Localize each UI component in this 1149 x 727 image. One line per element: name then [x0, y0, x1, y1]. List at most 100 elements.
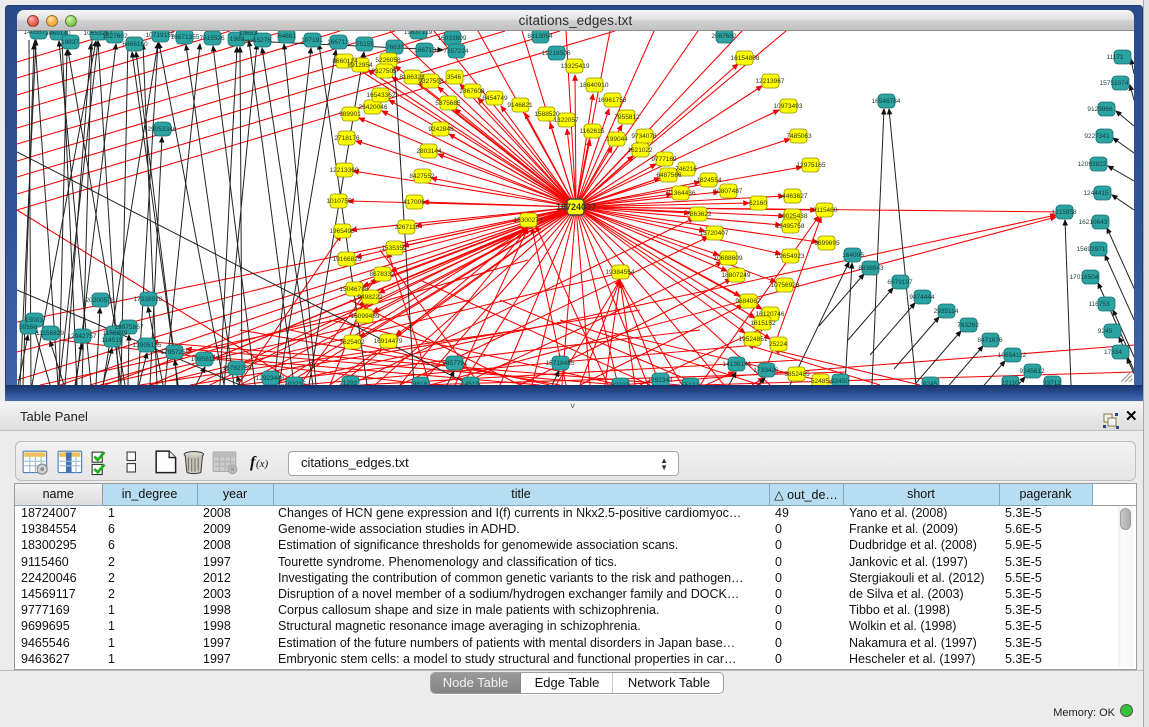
svg-text:1824554: 1824554 — [696, 177, 722, 184]
svg-text:8813054: 8813054 — [527, 33, 553, 40]
svg-text:107191: 107191 — [301, 37, 323, 44]
svg-text:29053346: 29053346 — [148, 126, 177, 133]
svg-text:16210643: 16210643 — [1079, 219, 1108, 226]
svg-text:989901: 989901 — [339, 111, 361, 118]
svg-text:18724007: 18724007 — [556, 202, 596, 212]
svg-text:9498222: 9498222 — [357, 294, 383, 301]
svg-text:19166825: 19166825 — [333, 256, 362, 263]
svg-text:9684067: 9684067 — [735, 298, 761, 305]
svg-text:1615152: 1615152 — [750, 320, 776, 327]
svg-text:19837: 19837 — [61, 39, 79, 46]
svg-text:1983: 1983 — [230, 36, 245, 43]
svg-text:16782759: 16782759 — [223, 365, 252, 372]
svg-text:1621022: 1621022 — [627, 147, 653, 154]
svg-text:10654112: 10654112 — [998, 352, 1027, 359]
svg-text:9699695: 9699695 — [814, 240, 840, 247]
svg-text:13905135: 13905135 — [133, 342, 162, 349]
svg-text:10688609: 10688609 — [714, 255, 743, 262]
svg-text:6466160: 6466160 — [122, 41, 148, 48]
svg-text:2718176: 2718176 — [334, 135, 360, 142]
svg-text:62160: 62160 — [749, 200, 767, 207]
svg-text:7625402: 7625402 — [339, 339, 365, 346]
svg-text:8938943: 8938943 — [858, 265, 884, 272]
svg-text:17957255: 17957255 — [161, 349, 190, 356]
svg-text:12093822: 12093822 — [1078, 161, 1107, 168]
svg-text:9129966: 9129966 — [1087, 106, 1113, 113]
svg-text:1156829: 1156829 — [103, 330, 128, 337]
svg-text:17339928: 17339928 — [134, 296, 163, 303]
svg-text:1965498: 1965498 — [329, 228, 355, 235]
svg-text:5875685: 5875685 — [435, 100, 461, 107]
svg-text:52485: 52485 — [811, 378, 829, 385]
svg-text:14136141: 14136141 — [723, 361, 752, 368]
svg-text:16033809: 16033809 — [438, 35, 467, 42]
svg-text:2867608: 2867608 — [459, 88, 485, 95]
svg-text:10958117: 10958117 — [191, 356, 220, 363]
svg-text:1162615: 1162615 — [580, 128, 605, 135]
svg-text:8678332: 8678332 — [369, 271, 395, 278]
svg-text:76638: 76638 — [386, 44, 404, 51]
svg-text:16914479: 16914479 — [374, 338, 403, 345]
svg-text:13325419: 13325419 — [561, 63, 590, 70]
svg-text:9227341: 9227341 — [1084, 133, 1110, 140]
svg-text:417006: 417006 — [403, 199, 425, 206]
svg-text:6679197: 6679197 — [887, 279, 913, 286]
svg-text:3546: 3546 — [447, 74, 462, 81]
svg-text:12213967: 12213967 — [756, 78, 785, 85]
svg-text:10025438: 10025438 — [779, 213, 808, 220]
svg-text:23420046: 23420046 — [359, 104, 388, 111]
svg-text:1733426: 1733426 — [753, 367, 779, 374]
svg-text:9146821: 9146821 — [507, 102, 533, 109]
svg-text:13495758: 13495758 — [776, 223, 805, 230]
svg-text:9777169: 9777169 — [651, 156, 677, 163]
svg-text:16961758: 16961758 — [598, 97, 627, 104]
svg-text:9474444: 9474444 — [909, 294, 935, 301]
svg-text:18640910: 18640910 — [580, 82, 609, 89]
svg-text:64661: 64661 — [278, 33, 296, 40]
svg-text:12213369: 12213369 — [330, 167, 359, 174]
svg-text:(x): (x) — [256, 458, 269, 470]
svg-text:19837119: 19837119 — [404, 31, 433, 36]
svg-text:2069140: 2069140 — [45, 31, 71, 37]
svg-text:12975165: 12975165 — [797, 162, 826, 169]
svg-text:15300273: 15300273 — [514, 217, 543, 224]
svg-text:39150: 39150 — [19, 324, 37, 331]
svg-text:15718485: 15718485 — [546, 360, 575, 367]
svg-text:16154808: 16154808 — [731, 55, 760, 62]
svg-text:10807487: 10807487 — [714, 188, 743, 195]
svg-text:15692971: 15692971 — [1077, 246, 1106, 253]
svg-text:21364436: 21364436 — [667, 190, 696, 197]
svg-text:15001: 15001 — [25, 317, 43, 324]
svg-text:8427552: 8427552 — [409, 173, 435, 180]
svg-text:75155: 75155 — [356, 41, 374, 48]
svg-text:9327505: 9327505 — [371, 68, 397, 75]
svg-text:114519: 114519 — [101, 337, 123, 344]
svg-text:12942757: 12942757 — [68, 333, 97, 340]
svg-text:19524851: 19524851 — [739, 336, 768, 343]
svg-text:12923448: 12923448 — [256, 375, 285, 382]
svg-text:18807249: 18807249 — [722, 272, 751, 279]
svg-text:15046788: 15046788 — [340, 286, 369, 293]
svg-text:116753: 116753 — [1088, 301, 1110, 308]
svg-text:7485063: 7485063 — [786, 133, 812, 140]
svg-text:16671355: 16671355 — [171, 34, 200, 41]
svg-text:2087682: 2087682 — [711, 33, 737, 40]
svg-text:8471676: 8471676 — [977, 337, 1003, 344]
svg-text:7515526: 7515526 — [199, 35, 225, 42]
svg-text:166713: 166713 — [327, 39, 349, 46]
svg-text:9245: 9245 — [1098, 328, 1113, 335]
svg-text:9734078: 9734078 — [631, 133, 657, 140]
svg-text:166713: 166713 — [414, 47, 436, 54]
svg-text:1244415: 1244415 — [1083, 190, 1109, 197]
svg-text:16543362: 16543362 — [367, 92, 396, 99]
svg-text:25224: 25224 — [769, 341, 787, 348]
svg-text:8454749: 8454749 — [482, 95, 508, 102]
svg-text:7863622: 7863622 — [686, 211, 712, 218]
svg-text:17016504: 17016504 — [1070, 274, 1099, 281]
svg-text:3267110: 3267110 — [395, 224, 420, 231]
svg-text:2935114: 2935114 — [934, 308, 959, 315]
svg-text:17334: 17334 — [1104, 349, 1122, 356]
svg-text:1010755: 1010755 — [326, 198, 352, 205]
svg-text:5226058: 5226058 — [375, 57, 401, 64]
svg-text:10756928: 10756928 — [771, 282, 800, 289]
